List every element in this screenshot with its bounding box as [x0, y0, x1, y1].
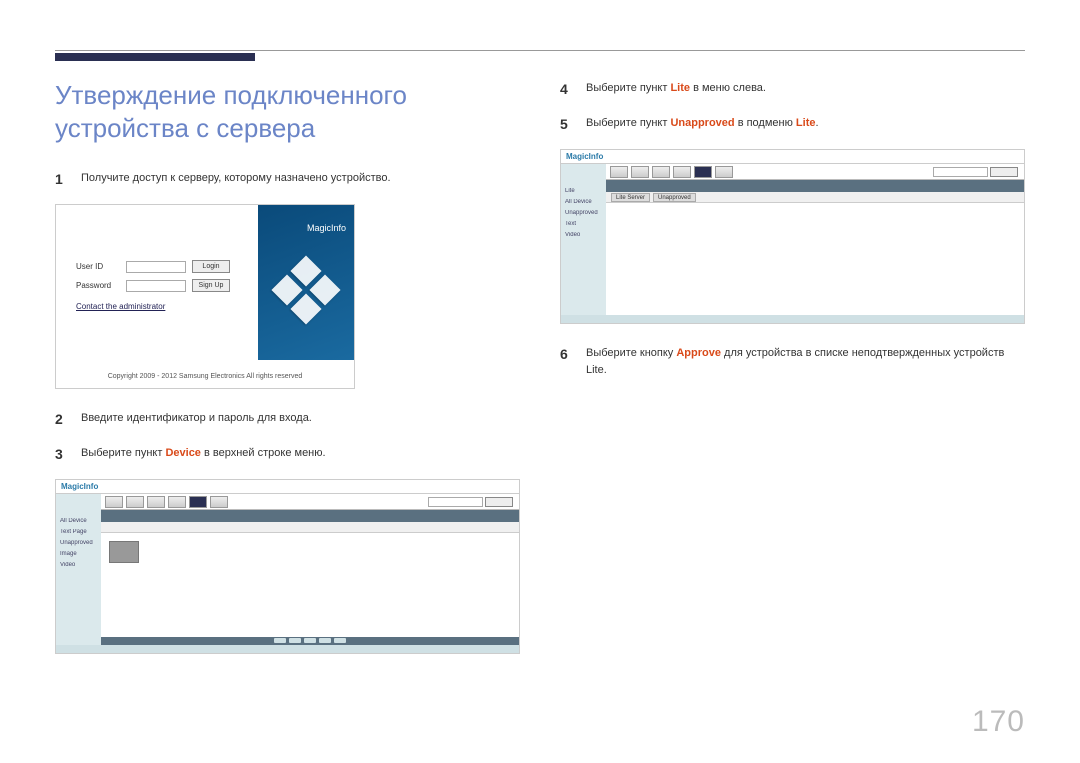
userid-label: User ID: [76, 262, 120, 271]
sidebar-item-lite[interactable]: Lite: [565, 188, 602, 194]
step-text: Введите идентификатор и пароль для входа…: [81, 409, 312, 430]
step-1: 1 Получите доступ к серверу, которому на…: [55, 169, 520, 190]
sidebar-item[interactable]: All Device: [565, 199, 602, 205]
sidebar-item[interactable]: Video: [565, 232, 602, 238]
search-button[interactable]: [990, 167, 1018, 177]
sidebar-item[interactable]: Video: [60, 562, 97, 568]
page-number: 170: [972, 705, 1025, 739]
step-text: Выберите пункт Unapproved в подменю Lite…: [586, 114, 819, 135]
nav-icon[interactable]: [673, 166, 691, 178]
sidebar-item[interactable]: Unapproved: [60, 540, 97, 546]
sidebar-item[interactable]: Unapproved: [565, 210, 602, 216]
toolbar: Lite Server Unapproved: [606, 192, 1024, 203]
page-title: Утверждение подключенного устройства с с…: [55, 79, 520, 144]
step-number: 3: [55, 444, 69, 465]
step-3: 3 Выберите пункт Device в верхней строке…: [55, 444, 520, 465]
password-label: Password: [76, 281, 120, 290]
search-button[interactable]: [485, 497, 513, 507]
step-4: 4 Выберите пункт Lite в меню слева.: [560, 79, 1025, 100]
step-text: Выберите пункт Lite в меню слева.: [586, 79, 766, 100]
sub-header: [606, 180, 1024, 192]
login-button[interactable]: Login: [192, 260, 230, 273]
screenshot-device-list: MagicInfo All Device Text Page Unapprove…: [55, 479, 520, 654]
copyright-text: Copyright 2009 - 2012 Samsung Electronic…: [56, 373, 354, 380]
password-input[interactable]: [126, 280, 186, 292]
step-number: 4: [560, 79, 574, 100]
pager-footer: [101, 637, 519, 645]
divider-line: [55, 50, 1025, 51]
sidebar-item[interactable]: Image: [60, 551, 97, 557]
nav-icon-active[interactable]: [189, 496, 207, 508]
app-brand: MagicInfo: [566, 152, 603, 161]
screenshot-unapproved: MagicInfo Lite All Device Unapproved Tex…: [560, 149, 1025, 324]
nav-icon-active[interactable]: [694, 166, 712, 178]
contact-admin-link[interactable]: Contact the administrator: [76, 302, 246, 311]
left-column: Утверждение подключенного устройства с с…: [55, 79, 520, 674]
screenshot-login: User ID Login Password Sign Up Contact t…: [55, 204, 355, 389]
step-5: 5 Выберите пункт Unapproved в подменю Li…: [560, 114, 1025, 135]
step-number: 6: [560, 344, 574, 378]
brand-logo: MagicInfo: [307, 223, 346, 233]
step-text: Получите доступ к серверу, которому назн…: [81, 169, 391, 190]
sub-header: [101, 510, 519, 522]
sidebar: All Device Text Page Unapproved Image Vi…: [56, 494, 101, 645]
search-input[interactable]: [933, 167, 988, 177]
login-banner: MagicInfo: [258, 205, 354, 360]
device-thumbnail[interactable]: [109, 541, 139, 563]
step-number: 5: [560, 114, 574, 135]
nav-icon[interactable]: [652, 166, 670, 178]
nav-icon[interactable]: [715, 166, 733, 178]
nav-icon[interactable]: [105, 496, 123, 508]
breadcrumb-chip[interactable]: Lite Server: [611, 193, 650, 202]
nav-icon[interactable]: [610, 166, 628, 178]
signup-button[interactable]: Sign Up: [192, 279, 230, 292]
search-input[interactable]: [428, 497, 483, 507]
accent-bar: [55, 53, 255, 61]
nav-icon[interactable]: [126, 496, 144, 508]
step-6: 6 Выберите кнопку Approve для устройства…: [560, 344, 1025, 378]
nav-icon[interactable]: [631, 166, 649, 178]
step-number: 2: [55, 409, 69, 430]
nav-icon[interactable]: [210, 496, 228, 508]
userid-input[interactable]: [126, 261, 186, 273]
app-brand: MagicInfo: [61, 482, 98, 491]
nav-icon[interactable]: [147, 496, 165, 508]
toolbar: [101, 522, 519, 533]
sidebar-item[interactable]: Text Page: [60, 529, 97, 535]
content-area: [101, 533, 519, 645]
step-2: 2 Введите идентификатор и пароль для вхо…: [55, 409, 520, 430]
right-column: 4 Выберите пункт Lite в меню слева. 5 Вы…: [560, 79, 1025, 674]
step-number: 1: [55, 169, 69, 190]
nav-icon[interactable]: [168, 496, 186, 508]
sidebar: Lite All Device Unapproved Text Video: [561, 164, 606, 315]
breadcrumb-chip[interactable]: Unapproved: [653, 193, 696, 202]
sidebar-item[interactable]: Text: [565, 221, 602, 227]
step-text: Выберите кнопку Approve для устройства в…: [586, 344, 1025, 378]
sidebar-item[interactable]: All Device: [60, 518, 97, 524]
step-text: Выберите пункт Device в верхней строке м…: [81, 444, 326, 465]
content-area: [606, 203, 1024, 315]
